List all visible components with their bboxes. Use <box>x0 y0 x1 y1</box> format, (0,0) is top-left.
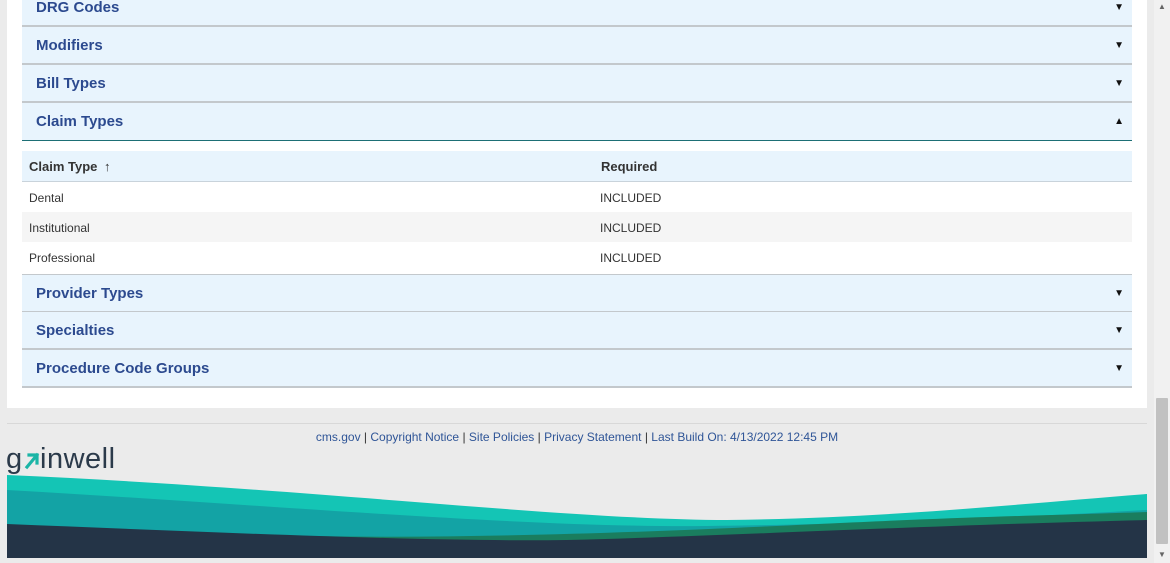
cell-required: INCLUDED <box>600 251 662 265</box>
separator: | <box>644 430 648 444</box>
accordion-procedure-code-groups[interactable]: Procedure Code Groups ▼ <box>22 350 1132 388</box>
chevron-down-icon: ▼ <box>1114 288 1124 299</box>
footer-links: cms.gov | Copyright Notice | Site Polici… <box>0 430 1154 444</box>
chevron-down-icon: ▼ <box>1114 363 1124 374</box>
accordion-title: Specialties <box>36 322 115 339</box>
table-header-row: Claim Type ↑ Required <box>22 151 1132 182</box>
scroll-down-icon[interactable]: ▼ <box>1154 548 1170 562</box>
link-cms-gov[interactable]: cms.gov <box>316 430 361 444</box>
accordion-title: Claim Types <box>36 113 124 130</box>
accordion-specialties[interactable]: Specialties ▼ <box>22 312 1132 350</box>
accordion-title: DRG Codes <box>36 0 120 16</box>
link-copyright-notice[interactable]: Copyright Notice <box>370 430 459 444</box>
scrollbar-thumb[interactable] <box>1156 398 1168 544</box>
chevron-down-icon: ▼ <box>1114 325 1124 336</box>
vertical-scrollbar[interactable]: ▲ ▼ <box>1154 0 1170 563</box>
claim-types-table: Claim Type ↑ Required Dental INCLUDED In… <box>22 151 1132 272</box>
page-left-margin <box>0 0 7 563</box>
last-build-info: Last Build On: 4/13/2022 12:45 PM <box>651 430 839 444</box>
chevron-down-icon: ▼ <box>1114 2 1124 13</box>
footer-divider <box>7 423 1147 424</box>
accordion-title: Provider Types <box>36 285 144 302</box>
accordion-title: Modifiers <box>36 37 103 54</box>
table-row: Dental INCLUDED <box>22 182 1132 212</box>
column-header-required[interactable]: Required <box>601 159 657 174</box>
accordion-bill-types[interactable]: Bill Types ▼ <box>22 65 1132 103</box>
cell-claim-type: Professional <box>29 251 96 265</box>
content-card: DRG Codes ▼ Modifiers ▼ Bill Types ▼ Cla… <box>7 0 1147 408</box>
table-row: Professional INCLUDED <box>22 242 1132 272</box>
cell-required: INCLUDED <box>600 221 662 235</box>
chevron-down-icon: ▼ <box>1114 78 1124 89</box>
column-header-claim-type[interactable]: Claim Type ↑ <box>29 159 111 174</box>
accordion-provider-types[interactable]: Provider Types ▼ <box>22 274 1132 313</box>
scroll-up-icon[interactable]: ▲ <box>1154 0 1170 14</box>
chevron-down-icon: ▼ <box>1114 40 1124 51</box>
accordion-modifiers[interactable]: Modifiers ▼ <box>22 27 1132 65</box>
cell-claim-type: Institutional <box>29 221 90 235</box>
footer-wave-graphic <box>7 475 1147 558</box>
separator: | <box>462 430 466 444</box>
chevron-up-icon: ▲ <box>1114 116 1124 127</box>
accordion-title: Bill Types <box>36 75 106 92</box>
accordion-drg-codes[interactable]: DRG Codes ▼ <box>22 0 1132 27</box>
cell-required: INCLUDED <box>600 191 662 205</box>
link-site-policies[interactable]: Site Policies <box>469 430 534 444</box>
separator: | <box>537 430 541 444</box>
accordion-claim-types[interactable]: Claim Types ▲ <box>22 103 1132 141</box>
column-header-label: Claim Type <box>29 159 98 174</box>
cell-claim-type: Dental <box>29 191 64 205</box>
accordion-title: Procedure Code Groups <box>36 360 210 377</box>
link-privacy-statement[interactable]: Privacy Statement <box>544 430 641 444</box>
separator: | <box>363 430 368 444</box>
table-row: Institutional INCLUDED <box>22 212 1132 242</box>
logo-arrow-icon <box>24 452 40 470</box>
sort-ascending-icon: ↑ <box>104 159 111 174</box>
